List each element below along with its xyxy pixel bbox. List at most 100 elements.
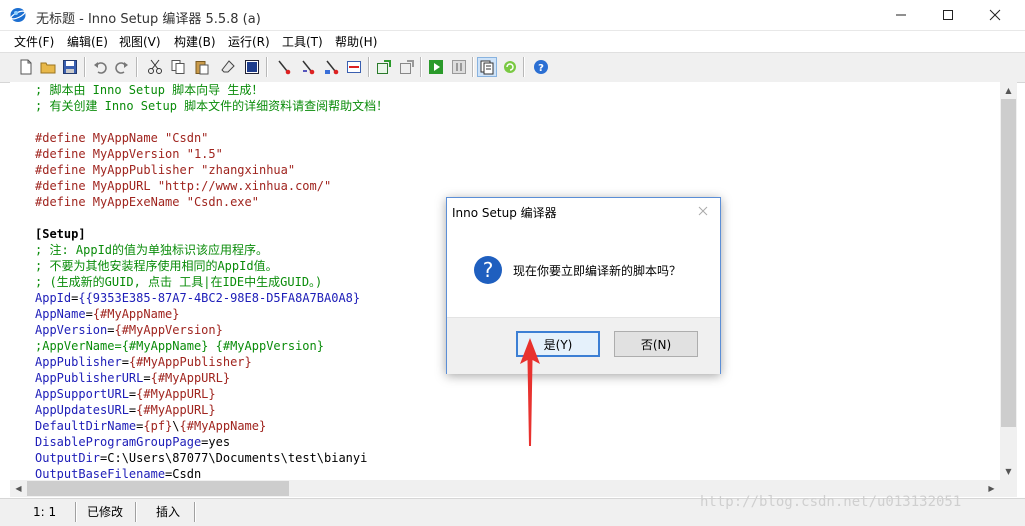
dialog-close-button[interactable] [691,200,715,222]
maximize-button[interactable] [925,0,971,30]
menu-edit[interactable]: 编辑(E) [67,33,108,50]
menu-help[interactable]: 帮助(H) [335,33,377,50]
window-title: 无标题 - Inno Setup 编译器 5.5.8 (a) [36,12,261,27]
vertical-scrollbar[interactable]: ▲ ▼ [1000,82,1017,480]
replace-button[interactable] [322,57,342,77]
code-line: OutputDir=C:\Users\87077\Documents\test\… [35,450,388,466]
code-line: #define MyAppPublisher "zhangxinhua" [35,162,388,178]
paste-button[interactable] [192,57,212,77]
save-button[interactable] [60,57,80,77]
scroll-right-arrow[interactable]: ▶ [983,480,1000,497]
code-token: = [85,307,93,321]
code-line: ; 脚本由 Inno Setup 脚本向导 生成！ [35,82,388,98]
undo-icon [94,62,107,74]
code-token: AppPublisherURL [35,371,144,385]
code-line: AppPublisher={#MyAppPublisher} [35,354,388,370]
dialog-message: 现在你要立即编译新的脚本吗？ [513,264,682,278]
compile-button[interactable] [374,57,394,77]
help-button[interactable]: ? [531,57,551,77]
copy-button[interactable] [168,57,188,77]
insert-mode-indicator: 插入 [156,505,181,519]
find-icon [278,60,291,75]
redo-button[interactable] [112,57,132,77]
close-button[interactable] [972,0,1018,30]
open-button[interactable] [38,57,58,77]
code-token: AppSupportURL [35,387,129,401]
menu-file[interactable]: 文件(F) [14,33,54,50]
stop-compile-icon [400,60,414,74]
code-line: #define MyAppURL "http://www.xinhua.com/… [35,178,388,194]
dialog-title: Inno Setup 编译器 [452,206,557,220]
modified-indicator: 已修改 [87,505,124,519]
paste-icon [195,61,209,75]
cut-button[interactable] [145,57,165,77]
code-line: AppName={#MyAppName} [35,306,388,322]
run-button[interactable] [426,57,446,77]
code-token: #define MyAppVersion "1.5" [35,147,223,161]
code-line: ; (生成新的GUID, 点击 工具|在IDE中生成GUID。) [35,274,388,290]
cut-icon [148,59,162,74]
code-line: #define MyAppVersion "1.5" [35,146,388,162]
code-token: =C:\Users\87077\Documents\test\bianyi [100,451,368,465]
select-all-button[interactable] [242,57,262,77]
code-token: {pf} [143,419,173,433]
vertical-scroll-thumb[interactable] [1001,99,1016,427]
select-all-icon [245,60,259,74]
code-token: {#MyAppVersion} [114,323,223,337]
code-line: #define MyAppExeName "Csdn.exe" [35,194,388,210]
goto-line-button[interactable] [344,57,364,77]
scroll-left-arrow[interactable]: ◀ [10,480,27,497]
stop-compile-button[interactable] [397,57,417,77]
question-icon: ? [474,256,502,284]
code-token: \ [172,419,180,433]
clear-button[interactable] [218,57,238,77]
minimize-button[interactable] [878,0,924,30]
code-token: AppVersion [35,323,108,337]
red-arrow-annotation [520,338,540,446]
code-line: AppPublisherURL={#MyAppURL} [35,370,388,386]
no-button[interactable]: 否(N) [614,331,698,357]
minimize-icon [896,14,906,16]
refresh-icon [504,61,516,73]
redo-icon [115,62,128,74]
pause-icon [452,60,466,74]
code-line: DisableProgramGroupPage=yes [35,434,388,450]
svg-text:?: ? [538,63,544,74]
svg-text:?: ? [483,258,494,282]
find-button[interactable] [274,57,294,77]
code-token: AppName [35,307,86,321]
code-token: {#MyAppName} [92,307,180,321]
menu-view[interactable]: 视图(V) [119,33,161,50]
code-token: #define MyAppExeName "Csdn.exe" [35,195,259,209]
menu-tools[interactable]: 工具(T) [282,33,323,50]
code-token: OutputBaseFilename [35,467,166,480]
save-icon [63,60,77,74]
scroll-up-arrow[interactable]: ▲ [1000,82,1017,99]
code-token: ;AppVerName={#MyAppName} {#MyAppVersion} [35,339,324,353]
replace-icon [325,60,339,75]
code-token: ; 不要为其他安装程序使用相同的AppId值。 [35,259,278,273]
menu-bar: 文件(F) 编辑(E) 视图(V) 构建(B) 运行(R) 工具(T) 帮助(H… [0,31,1025,51]
code-token: {#MyAppURL} [136,387,216,401]
code-line: AppUpdatesURL={#MyAppURL} [35,402,388,418]
pause-button[interactable] [449,57,469,77]
target-setup-button[interactable] [477,57,497,77]
find-next-button[interactable] [298,57,318,77]
menu-build[interactable]: 构建(B) [174,33,216,50]
horizontal-scroll-thumb[interactable] [27,481,289,496]
undo-button[interactable] [90,57,110,77]
code-token: [Setup] [35,227,86,241]
menu-run[interactable]: 运行(R) [228,33,270,50]
uninstall-button[interactable] [500,57,520,77]
scroll-down-arrow[interactable]: ▼ [1000,463,1017,480]
code-token: #define MyAppURL "http://www.xinhua.com/… [35,179,332,193]
dialog-button-area: 是(Y) 否(N) [447,317,720,374]
code-token: {#MyAppURL} [150,371,231,385]
code-token: {#MyAppURL} [136,403,216,417]
find-next-icon [302,60,315,75]
close-icon [698,206,708,216]
copy-icon [171,60,185,74]
new-file-button[interactable] [16,57,36,77]
